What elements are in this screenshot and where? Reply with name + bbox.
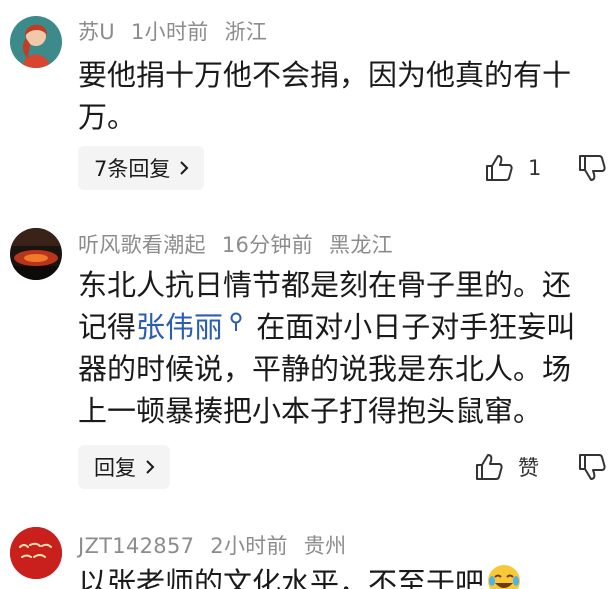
replies-label: 7条回复 xyxy=(94,157,171,181)
comment-text-segment: 在面对小日子对手狂妄叫 xyxy=(256,310,576,344)
comment-meta: 苏U 1小时前 浙江 xyxy=(78,16,283,46)
location: 黑龙江 xyxy=(329,233,393,257)
mention-name: 张伟丽 xyxy=(136,310,224,344)
like-count: 1 xyxy=(528,156,542,180)
comment-text-line: 以张老师的文化水平，不至于吧 xyxy=(78,562,611,589)
location: 贵州 xyxy=(303,534,347,558)
username[interactable]: 听风歌看潮起 xyxy=(78,233,206,257)
timestamp: 1小时前 xyxy=(130,20,209,44)
chevron-right-icon xyxy=(180,161,189,175)
thumbs-down-icon[interactable] xyxy=(575,151,609,185)
comment-body: 东北人抗日情节都是刻在骨子里的。还 记得张伟丽 在面对小日子对手狂妄叫 器的时候… xyxy=(78,264,611,432)
username[interactable]: 苏U xyxy=(78,20,115,44)
timestamp: 2小时前 xyxy=(210,534,288,558)
avatar[interactable] xyxy=(10,16,62,68)
red-calligraphy-avatar-icon xyxy=(10,527,62,579)
crying-laughing-emoji-icon xyxy=(488,565,521,589)
reply-label: 回复 xyxy=(94,456,136,480)
comment-body: 要他捐十万他不会捐，因为他真的有十 万。 xyxy=(78,54,611,138)
comment-text-line: 器的时候说，平静的说我是东北人。场 xyxy=(78,352,572,386)
username[interactable]: JZT142857 xyxy=(78,534,194,558)
comment-text-segment: 以张老师的文化水平，不至于吧 xyxy=(78,566,485,589)
like-control: 1 xyxy=(482,151,558,185)
person-mention-icon xyxy=(230,312,242,331)
user-mention-link[interactable]: 张伟丽 xyxy=(136,310,247,344)
avatar[interactable] xyxy=(10,527,62,579)
location: 浙江 xyxy=(224,20,268,44)
comment-text-line: 上一顿暴揍把小本子打得抱头鼠窜。 xyxy=(78,394,543,428)
comment-text-segment: 记得 xyxy=(78,310,137,344)
thumbs-up-icon[interactable] xyxy=(482,151,516,185)
thumbs-down-icon[interactable] xyxy=(575,450,609,484)
like-label: 赞 xyxy=(518,456,539,480)
comment-meta: JZT142857 2小时前 贵州 xyxy=(78,530,362,560)
comment-body: 以张老师的文化水平，不至于吧 xyxy=(78,562,611,589)
comment-text-line: 万。 xyxy=(78,100,137,134)
comment-meta: 听风歌看潮起 16分钟前 黑龙江 xyxy=(78,229,409,259)
reply-button[interactable]: 回复 xyxy=(78,445,170,489)
dark-fire-avatar-icon xyxy=(10,228,62,280)
comment-text-line: 要他捐十万他不会捐，因为他真的有十 xyxy=(78,58,572,92)
comment-text-line: 记得张伟丽 在面对小日子对手狂妄叫 xyxy=(78,306,611,348)
view-replies-button[interactable]: 7条回复 xyxy=(78,146,205,190)
like-control: 赞 xyxy=(472,450,548,484)
chevron-right-icon xyxy=(146,460,155,474)
avatar[interactable] xyxy=(10,228,62,280)
timestamp: 16分钟前 xyxy=(221,233,314,257)
comment-text-line: 东北人抗日情节都是刻在骨子里的。还 xyxy=(78,268,572,302)
thumbs-up-icon[interactable] xyxy=(472,450,506,484)
illustrated-avatar-icon xyxy=(10,16,62,68)
